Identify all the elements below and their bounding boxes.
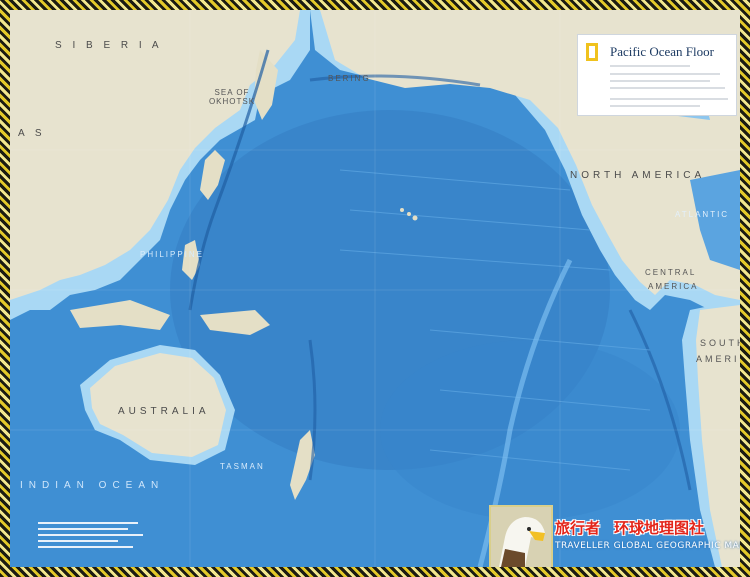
legend-notes [38,522,148,552]
label-tasman: TASMAN [220,462,265,471]
label-philippine: PHILIPPINE [140,250,205,259]
label-atlantic: ATLANTIC [675,210,730,219]
publisher-watermark-english: TRAVELLER GLOBAL GEOGRAPHIC MAP [555,541,740,551]
map-panel: S I B E R I A A S SEA OF OKHOTSK BERING … [10,10,740,567]
bald-eagle-head-icon [489,505,553,567]
map-title-panel: Pacific Ocean Floor [577,34,737,116]
map-title: Pacific Ocean Floor [610,44,714,59]
label-indian-ocean: INDIAN OCEAN [20,480,165,491]
label-america-central: AMERICA [648,282,699,291]
label-america-south: AMERICA [696,354,740,364]
label-north-america: NORTH AMERICA [570,170,706,181]
label-siberia: S I B E R I A [55,40,163,51]
label-central: CENTRAL [645,268,697,277]
label-bering: BERING [328,74,371,83]
label-asia: A S [18,128,46,139]
national-geographic-logo-icon [586,43,598,61]
label-sea-of-okhotsk: SEA OF OKHOTSK [208,88,256,106]
label-australia: AUSTRALIA [118,406,210,417]
publisher-watermark-chinese: 旅行者 环球地理图社 [555,519,705,537]
label-south: SOUTH [700,338,740,348]
